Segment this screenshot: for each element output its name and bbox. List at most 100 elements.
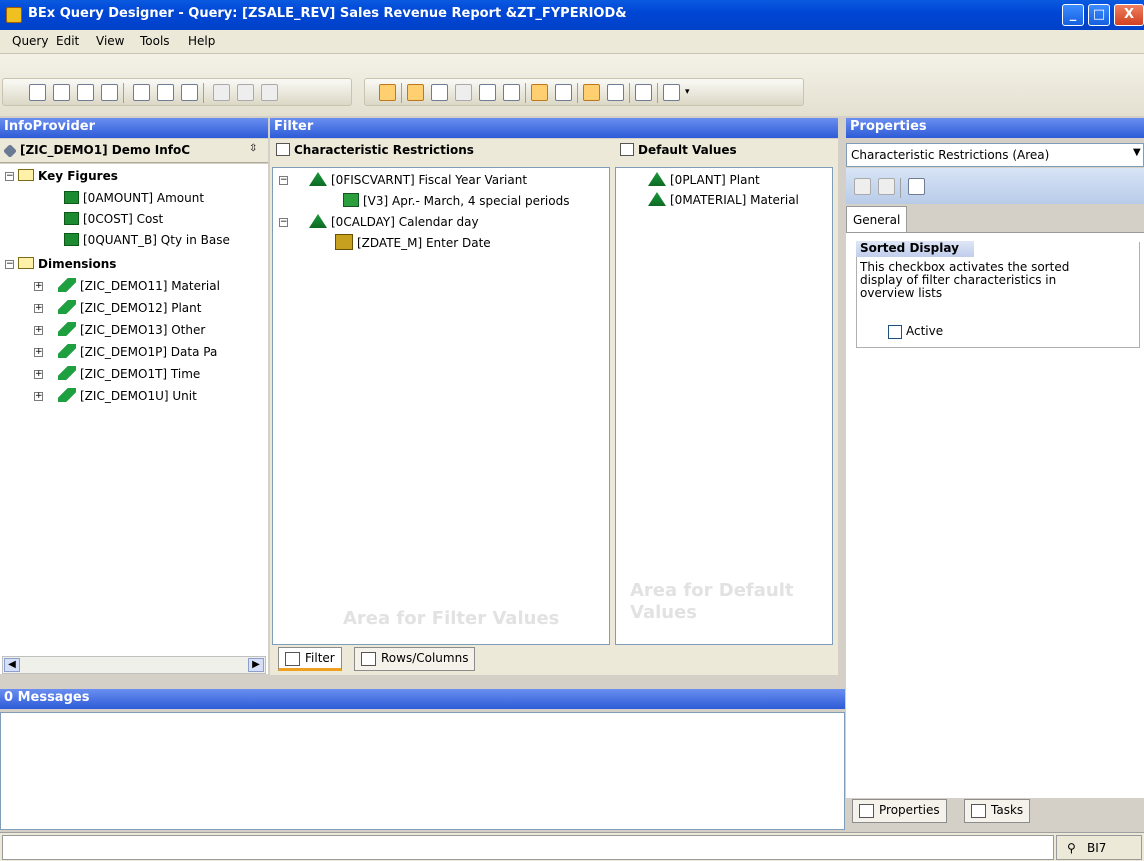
infoprovider-tree: − Key Figures [0AMOUNT] Amount [0COST] C… (0, 164, 268, 674)
menu-edit[interactable]: Edit (56, 34, 79, 48)
copy-icon[interactable] (237, 84, 254, 101)
tree-node-key-figure[interactable]: [0QUANT_B] Qty in Base (64, 230, 230, 250)
char-restriction-item[interactable]: [0FISCVARNT] Fiscal Year Variant (309, 170, 527, 190)
infoprovider-header: InfoProvider (0, 118, 268, 138)
expand-icon[interactable]: + (34, 282, 43, 291)
tree-node-dimension[interactable]: [ZIC_DEMO1T] Time (58, 364, 200, 384)
toolbar-separator (401, 83, 402, 103)
cut-icon[interactable] (213, 84, 230, 101)
sort-toggle-icon[interactable]: ⇳ (249, 143, 257, 154)
collapse-icon[interactable]: − (5, 172, 14, 181)
chevron-down-icon[interactable]: ▾ (685, 84, 693, 101)
expand-icon[interactable]: + (34, 348, 43, 357)
rows-columns-icon[interactable] (431, 84, 448, 101)
filter-view-icon[interactable] (407, 84, 424, 101)
status-bar: ⚲ BI7 (0, 832, 1144, 861)
save-all-icon[interactable] (101, 84, 118, 101)
technical-names-icon[interactable] (635, 84, 652, 101)
tab-general[interactable]: General (846, 206, 908, 233)
conditions-icon[interactable] (479, 84, 496, 101)
infocube-icon (3, 144, 17, 158)
collapse-icon[interactable]: − (279, 176, 288, 185)
menu-view[interactable]: View (96, 34, 124, 48)
tab-properties[interactable]: Properties (852, 799, 947, 823)
paste-icon[interactable] (261, 84, 278, 101)
menu-bar: Query Edit View Tools Help (0, 30, 1144, 54)
close-button[interactable]: X (1114, 4, 1144, 26)
sorted-display-title: Sorted Display (856, 241, 974, 257)
key-figure-icon (64, 191, 79, 204)
window-title: BEx Query Designer - Query: [ZSALE_REV] … (28, 6, 627, 21)
sorted-display-description: This checkbox activates the sorted displ… (860, 260, 1070, 300)
char-restrictions-area[interactable]: − [0FISCVARNT] Fiscal Year Variant [V3] … (272, 167, 610, 645)
tree-node-key-figure[interactable]: [0COST] Cost (64, 209, 163, 229)
messages-icon[interactable] (583, 84, 600, 101)
save-icon[interactable] (878, 178, 895, 195)
expand-icon[interactable]: + (34, 304, 43, 313)
characteristic-icon (648, 172, 666, 186)
save-icon[interactable] (77, 84, 94, 101)
dimension-icon (58, 300, 76, 314)
tree-node-dimension[interactable]: [ZIC_DEMO1U] Unit (58, 386, 197, 406)
toolbar-separator (900, 178, 901, 198)
query-properties-icon[interactable] (181, 84, 198, 101)
open-icon[interactable] (53, 84, 70, 101)
toolbar-separator (577, 83, 578, 103)
edit-icon[interactable] (854, 178, 871, 195)
execute-icon[interactable] (133, 84, 150, 101)
maximize-button[interactable]: □ (1088, 4, 1110, 26)
scroll-right-icon[interactable]: ▶ (248, 658, 264, 672)
variable-icon (335, 234, 353, 250)
check-icon[interactable] (157, 84, 174, 101)
properties-selector-dropdown[interactable]: Characteristic Restrictions (Area) ▼ (846, 143, 1144, 167)
menu-help[interactable]: Help (188, 34, 215, 48)
scroll-left-icon[interactable]: ◀ (4, 658, 20, 672)
tab-filter[interactable]: Filter (278, 647, 342, 671)
infoprovider-hscrollbar[interactable]: ◀ ▶ (2, 656, 266, 674)
default-values-header: Default Values (620, 143, 737, 157)
cells-icon[interactable] (455, 84, 472, 101)
exceptions-icon[interactable] (503, 84, 520, 101)
infoprovider-selector[interactable]: [ZIC_DEMO1] Demo InfoC ⇳ (0, 139, 268, 163)
minimize-button[interactable]: _ (1062, 4, 1084, 26)
new-icon[interactable] (29, 84, 46, 101)
default-value-item[interactable]: [0MATERIAL] Material (648, 190, 799, 210)
infoprovider-view-icon[interactable] (379, 84, 396, 101)
menu-query[interactable]: Query (12, 34, 48, 48)
toolbar-group-standard (2, 78, 352, 106)
tree-node-key-figure[interactable]: [0AMOUNT] Amount (64, 188, 204, 208)
where-used-icon[interactable] (607, 84, 624, 101)
char-restriction-value[interactable]: [ZDATE_M] Enter Date (335, 233, 491, 253)
expand-icon[interactable]: + (34, 370, 43, 379)
tree-node-dimension[interactable]: [ZIC_DEMO11] Material (58, 276, 220, 296)
active-checkbox-label: Active (906, 324, 944, 338)
char-restriction-value[interactable]: [V3] Apr.- March, 4 special periods (343, 191, 569, 211)
tree-node-dimension[interactable]: [ZIC_DEMO12] Plant (58, 298, 201, 318)
properties-toolbar (846, 168, 1144, 204)
default-value-item[interactable]: [0PLANT] Plant (648, 170, 760, 190)
active-checkbox[interactable] (888, 325, 902, 339)
tree-node-dimensions[interactable]: Dimensions (18, 254, 116, 274)
tree-node-dimension[interactable]: [ZIC_DEMO1P] Data Pa (58, 342, 217, 362)
connection-icon: ⚲ (1067, 841, 1076, 855)
dimension-icon (58, 388, 76, 402)
expand-icon[interactable]: + (34, 392, 43, 401)
tree-node-key-figures[interactable]: Key Figures (18, 166, 118, 186)
collapse-icon[interactable]: − (5, 260, 14, 269)
properties-icon[interactable] (531, 84, 548, 101)
default-values-area[interactable]: [0PLANT] Plant [0MATERIAL] Material Area… (615, 167, 833, 645)
expand-icon[interactable]: + (34, 326, 43, 335)
collapse-icon[interactable]: − (279, 218, 288, 227)
tab-tasks[interactable]: Tasks (964, 799, 1031, 823)
toolbar: ▾ (0, 54, 1144, 116)
char-restriction-item[interactable]: [0CALDAY] Calendar day (309, 212, 479, 232)
key-figure-icon (64, 212, 79, 225)
tools-dropdown-icon[interactable] (908, 178, 925, 195)
tasks-icon[interactable] (555, 84, 572, 101)
tree-node-dimension[interactable]: [ZIC_DEMO13] Other (58, 320, 205, 340)
area-default-watermark-line2: Values (630, 602, 697, 623)
tools-dropdown-icon[interactable] (663, 84, 680, 101)
chevron-down-icon[interactable]: ▼ (1133, 147, 1144, 163)
menu-tools[interactable]: Tools (140, 34, 170, 48)
tab-rows-columns[interactable]: Rows/Columns (354, 647, 476, 671)
